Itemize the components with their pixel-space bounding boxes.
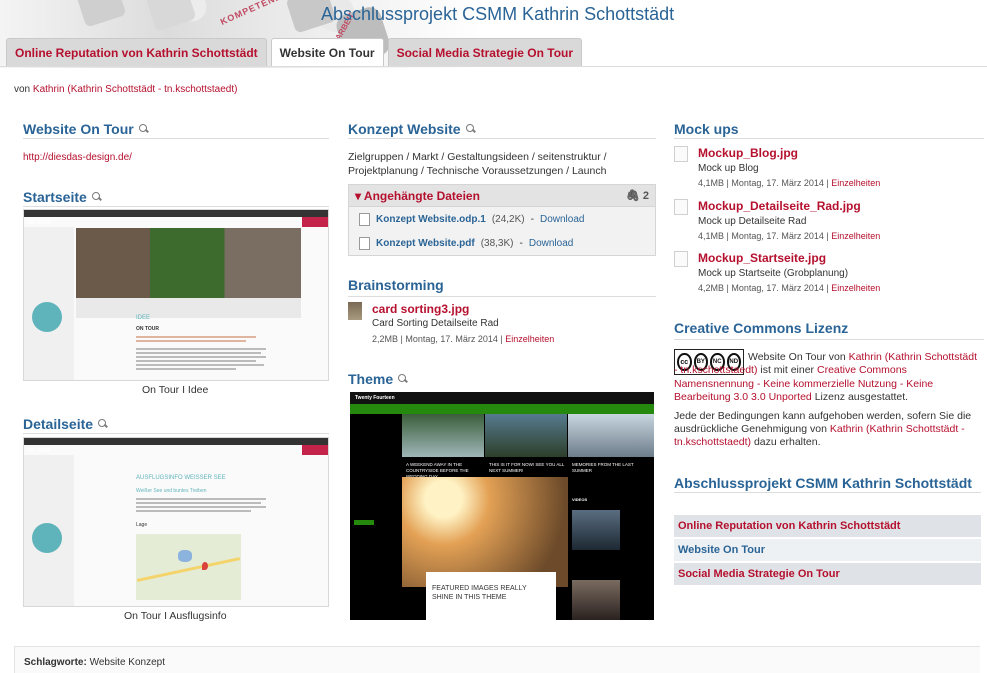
startseite-caption: On Tour I Idee xyxy=(142,384,209,396)
startseite-screenshot[interactable]: ON TOUR IDEE ON TOUR xyxy=(23,209,329,381)
attachments-count: 🖇 2 xyxy=(625,190,649,202)
detailseite-screenshot[interactable]: ON TOUR AUSFLUGSINFO WEISSER SEE Weißer … xyxy=(23,437,329,607)
website-link[interactable]: http://diesdas-design.de/ xyxy=(23,152,132,163)
attachment-size: (38,3K) xyxy=(480,237,514,249)
brainstorm-meta: 2,2MB | Montag, 17. März 2014 | Einzelhe… xyxy=(372,334,555,344)
tags-value[interactable]: Website Konzept xyxy=(90,657,165,668)
site-title[interactable]: Abschlussprojekt CSMM Kathrin Schottstäd… xyxy=(321,4,674,25)
theme-feature-text: FEATURED IMAGES REALLY SHINE IN THIS THE… xyxy=(432,585,527,601)
shot-heading: AUSFLUGSINFO WEISSER SEE xyxy=(136,475,226,481)
shot-heading: IDEE xyxy=(136,315,151,321)
main-tabs: Online Reputation von Kathrin Schottstäd… xyxy=(6,38,583,67)
image-thumbnail-icon[interactable] xyxy=(674,199,688,215)
details-link[interactable]: Einzelheiten xyxy=(831,178,880,188)
attachment-name[interactable]: Konzept Website.pdf xyxy=(376,238,475,249)
details-link[interactable]: Einzelheiten xyxy=(831,283,880,293)
header-divider xyxy=(0,66,987,67)
tags-label: Schlagworte: xyxy=(24,657,87,668)
konzept-description: Zielgruppen / Markt / Gestaltungsideen /… xyxy=(348,151,607,177)
theme-header: Theme xyxy=(348,371,656,389)
edit-icon[interactable] xyxy=(98,419,108,429)
shot-map-label: Lage xyxy=(136,522,148,528)
konzept-title: Konzept Website xyxy=(348,121,461,137)
mockup-link[interactable]: Mockup_Blog.jpg xyxy=(698,146,798,160)
theme-screenshot[interactable]: Twenty Fourteen A WEEKEND AWAY IN THE CO… xyxy=(350,392,654,620)
attachment-size: (24,2K) xyxy=(491,213,525,225)
brainstorming-title: Brainstorming xyxy=(348,277,444,293)
website-title: Website On Tour xyxy=(23,121,134,137)
shot-site-name: ON TOUR xyxy=(27,448,50,454)
attachment-row: Konzept Website.odp.1 (24,2K) - Download xyxy=(349,207,655,231)
nav-item-social-media-strategie[interactable]: Social Media Strategie On Tour xyxy=(674,563,981,585)
project-nav-title: Abschlussprojekt CSMM Kathrin Schottstäd… xyxy=(674,474,981,493)
edit-icon[interactable] xyxy=(138,124,149,134)
startseite-title: Startseite xyxy=(23,189,87,205)
cc-license-text: Website On Tour von Kathrin (Kathrin Sch… xyxy=(674,351,977,403)
theme-videos-label: VIDEOS xyxy=(572,497,588,502)
edit-icon[interactable] xyxy=(398,374,408,384)
startseite-header: Startseite xyxy=(23,189,329,207)
file-icon xyxy=(359,212,370,226)
mockup-description: Mock up Startseite (Grobplanung) xyxy=(698,268,849,279)
attachments-box: ▾ Angehängte Dateien 🖇 2 Konzept Website… xyxy=(348,184,656,256)
tab-website-on-tour[interactable]: Website On Tour xyxy=(270,38,384,67)
nav-item-website-on-tour[interactable]: Website On Tour xyxy=(674,539,981,561)
mockups-header: Mock ups xyxy=(674,121,984,139)
shot-site-name: ON TOUR xyxy=(27,220,50,226)
edit-icon[interactable] xyxy=(91,192,102,202)
attachments-header[interactable]: ▾ Angehängte Dateien 🖇 2 xyxy=(349,185,655,207)
mockups-title: Mock ups xyxy=(674,121,739,137)
mockup-link[interactable]: Mockup_Startseite.jpg xyxy=(698,251,826,265)
paperclip-icon: 🖇 xyxy=(625,190,640,202)
edit-icon[interactable] xyxy=(465,124,476,134)
mockup-description: Mock up Detailseite Rad xyxy=(698,216,807,227)
mockup-link[interactable]: Mockup_Detailseite_Rad.jpg xyxy=(698,199,861,213)
byline: von Kathrin (Kathrin Schottstädt - tn.ks… xyxy=(14,84,237,95)
download-link[interactable]: Download xyxy=(540,214,584,225)
brainstorming-header: Brainstorming xyxy=(348,277,656,297)
detailseite-header: Detailseite xyxy=(23,416,329,434)
file-icon xyxy=(359,236,370,250)
list-item: Mockup_Startseite.jpg Mock up Startseite… xyxy=(674,251,984,297)
konzept-header: Konzept Website xyxy=(348,121,656,139)
cc-header: Creative Commons Lizenz xyxy=(674,320,984,340)
attachment-name[interactable]: Konzept Website.odp.1 xyxy=(376,214,486,225)
chevron-down-icon: ▾ xyxy=(355,189,362,203)
attachments-label: Angehängte Dateien xyxy=(363,189,480,203)
list-item: Mockup_Detailseite_Rad.jpg Mock up Detai… xyxy=(674,199,984,245)
cc-title: Creative Commons Lizenz xyxy=(674,320,849,336)
detailseite-caption: On Tour I Ausflugsinfo xyxy=(124,610,227,622)
download-link[interactable]: Download xyxy=(529,238,573,249)
nav-item-online-reputation[interactable]: Online Reputation von Kathrin Schottstäd… xyxy=(674,515,981,537)
card-sorting-thumbnail[interactable] xyxy=(348,302,362,320)
details-link[interactable]: Einzelheiten xyxy=(505,334,554,344)
shot-subheading: ON TOUR xyxy=(136,326,159,332)
image-thumbnail-icon[interactable] xyxy=(674,251,688,267)
cc-conditions-text: Jede der Bedingungen kann aufgehoben wer… xyxy=(674,410,972,448)
site-header: KOMPETENZ ARBEIT Abschlussprojekt CSMM K… xyxy=(0,0,987,68)
tab-social-media-strategie[interactable]: Social Media Strategie On Tour xyxy=(387,38,583,67)
map-thumbnail xyxy=(136,534,241,600)
shot-subheading: Weißer See und buntes Treiben xyxy=(136,488,207,494)
mockup-description: Mock up Blog xyxy=(698,163,759,174)
attachment-row: Konzept Website.pdf (38,3K) - Download xyxy=(349,231,655,255)
image-thumbnail-icon[interactable] xyxy=(674,146,688,162)
byline-prefix: von xyxy=(14,84,31,95)
theme-title: Theme xyxy=(348,371,394,387)
details-link[interactable]: Einzelheiten xyxy=(831,231,880,241)
tags-bar: Schlagworte: Website Konzept xyxy=(14,646,980,673)
brainstorm-file-link[interactable]: card sorting3.jpg xyxy=(372,302,469,316)
author-link[interactable]: Kathrin (Kathrin Schottstädt - tn.kschot… xyxy=(33,84,238,95)
website-header: Website On Tour xyxy=(23,121,329,139)
theme-site-name: Twenty Fourteen xyxy=(355,395,395,401)
tab-online-reputation[interactable]: Online Reputation von Kathrin Schottstäd… xyxy=(6,38,267,67)
list-item: Mockup_Blog.jpg Mock up Blog 4,1MB | Mon… xyxy=(674,146,984,192)
detailseite-title: Detailseite xyxy=(23,416,94,432)
brainstorm-description: Card Sorting Detailseite Rad xyxy=(372,318,499,329)
logo-word-kompetenz: KOMPETENZ xyxy=(218,0,283,27)
